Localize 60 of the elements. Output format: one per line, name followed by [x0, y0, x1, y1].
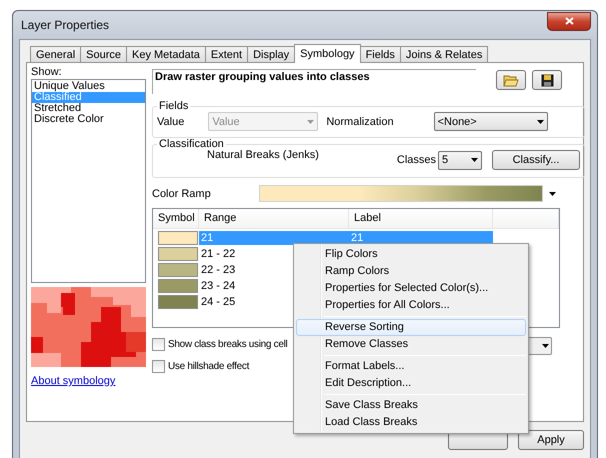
symbol-swatch[interactable]	[158, 262, 198, 276]
renderer-description: Draw raster grouping values into classes	[152, 69, 476, 94]
color-ramp-swatch[interactable]	[258, 185, 543, 202]
list-item[interactable]: Stretched	[32, 103, 145, 114]
color-ramp-label: Color Ramp	[152, 188, 211, 200]
list-item[interactable]: Discrete Color	[32, 114, 145, 125]
menu-item[interactable]: Ramp Colors	[296, 263, 526, 280]
tab[interactable]: Joins & Relates	[400, 46, 488, 63]
classify-button[interactable]: Classify...	[492, 150, 580, 170]
tab[interactable]: Source	[80, 46, 127, 63]
checkbox[interactable]	[152, 338, 165, 351]
normalization-dropdown[interactable]: <None>	[434, 112, 548, 131]
menu-item[interactable]: Load Class Breaks	[296, 414, 526, 431]
open-button[interactable]	[496, 70, 526, 90]
symbol-swatch[interactable]	[158, 246, 198, 260]
symbol-swatch[interactable]	[158, 278, 198, 292]
save-icon	[540, 74, 554, 86]
save-button[interactable]	[532, 70, 562, 90]
symbol-swatch[interactable]	[158, 294, 198, 308]
close-button[interactable]	[547, 12, 591, 30]
checkbox[interactable]	[152, 360, 165, 373]
classification-group-label: Classification	[158, 138, 225, 150]
fields-group-label: Fields	[158, 100, 190, 112]
window-title: Layer Properties	[20, 18, 110, 32]
tab[interactable]: Fields	[360, 46, 401, 63]
tab[interactable]: Key Metadata	[126, 46, 206, 63]
menu-item[interactable]: Remove Classes	[296, 336, 526, 353]
column-header[interactable]: Label	[349, 209, 493, 228]
menu-item[interactable]: Properties for All Colors...	[296, 297, 526, 314]
column-header[interactable]: Symbol	[153, 209, 199, 228]
normalization-label: Normalization	[326, 116, 394, 128]
classes-label: Classes	[396, 154, 436, 166]
checkbox-label: Show class breaks using cell	[168, 339, 288, 350]
menu-item[interactable]: Save Class Breaks	[296, 397, 526, 414]
show-label: Show:	[31, 66, 63, 78]
column-header[interactable]: Range	[199, 209, 349, 228]
dropdown-caret-icon	[536, 120, 544, 124]
checkbox-label: Use hillshade effect	[168, 361, 250, 372]
menu-item[interactable]: Reverse Sorting	[296, 319, 526, 336]
about-symbology-link[interactable]: About symbology	[31, 375, 146, 387]
list-item[interactable]: Unique Values	[32, 81, 145, 92]
apply-button[interactable]: Apply	[518, 430, 584, 450]
menu-item[interactable]: Format Labels...	[296, 358, 526, 375]
dropdown-caret-icon	[542, 344, 549, 348]
dropdown-caret-icon	[307, 120, 314, 124]
menu-item[interactable]: Flip Colors	[296, 246, 526, 263]
tab[interactable]: Extent	[204, 46, 248, 63]
classification-method: Natural Breaks (Jenks)	[207, 149, 319, 161]
dropdown-caret-icon	[471, 158, 478, 162]
close-icon	[564, 17, 574, 25]
folder-icon	[503, 73, 519, 87]
tab[interactable]: General	[30, 46, 82, 63]
menu-item[interactable]: Edit Description...	[296, 375, 526, 392]
symbol-swatch[interactable]	[158, 230, 198, 244]
tab[interactable]: Symbology	[294, 44, 361, 63]
menu-item[interactable]: Properties for Selected Color(s)...	[296, 280, 526, 297]
classes-dropdown[interactable]: 5	[438, 150, 482, 170]
tab[interactable]: Display	[247, 46, 296, 63]
value-label: Value	[157, 116, 184, 128]
dropdown-caret-icon	[548, 192, 556, 196]
